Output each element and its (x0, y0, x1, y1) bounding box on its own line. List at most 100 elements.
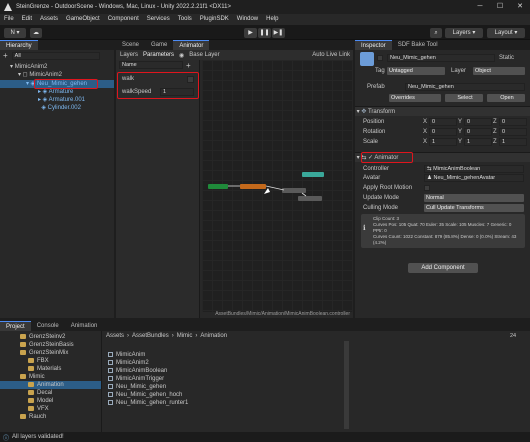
axis-z-label: Z (493, 119, 497, 125)
tab-game[interactable]: Game (145, 40, 173, 50)
layout-dropdown[interactable]: Layout ▾ (487, 28, 525, 38)
tab-animator[interactable]: Animator (173, 40, 210, 50)
transform-x-input[interactable]: 0 (429, 128, 457, 136)
transform-icon: ✥ (361, 109, 367, 115)
transform-x-input[interactable]: 0 (429, 118, 457, 126)
main-toolbar: N ▾ ☁ ▶ ❚❚ ▶❚ ⌕ Layers ▾ Layout ▾ (0, 25, 530, 40)
info-line: Curves Count: 1022 Constant: 879 (85.8%)… (373, 234, 517, 245)
tab-project[interactable]: Project (0, 321, 31, 331)
folder-item[interactable]: Mimic (0, 373, 101, 381)
hierarchy-search-input[interactable]: All (11, 51, 100, 60)
pause-button[interactable]: ❚❚ (258, 28, 271, 38)
add-component-button[interactable]: Add Component (408, 263, 478, 273)
transform-y-input[interactable]: 1 (464, 138, 492, 146)
menu-gameobject[interactable]: GameObject (66, 14, 100, 25)
folder-item[interactable]: GrenzSteinv2 (0, 333, 101, 341)
search-icon[interactable]: ⌕ (430, 28, 442, 38)
hierarchy-item-cylinder[interactable]: ◈ Cylinder.002 (38, 104, 81, 112)
file-item[interactable]: MimicAnimBoolean (108, 367, 167, 375)
menu-tools[interactable]: Tools (178, 14, 192, 25)
menu-pluginsdk[interactable]: PluginSDK (200, 14, 229, 25)
animator-info-box: ℹ Clip Count: 3 Curves Pos: 105 Quat: 70… (361, 214, 525, 248)
file-item[interactable]: Neu_Mimic_gehen_runter1 (108, 399, 188, 407)
prefab-asset-field[interactable]: Neu_Mimic_gehen (405, 83, 525, 91)
file-item[interactable]: Neu_Mimic_gehen (108, 383, 166, 391)
transform-x-input[interactable]: 1 (429, 138, 457, 146)
static-toggle[interactable]: Static (499, 54, 514, 62)
menu-assets[interactable]: Assets (40, 14, 58, 25)
transform-y-input[interactable]: 0 (464, 128, 492, 136)
add-button[interactable]: + (3, 51, 8, 60)
transform-z-input[interactable]: 0 (499, 118, 527, 126)
menu-edit[interactable]: Edit (22, 14, 32, 25)
tab-scene[interactable]: Scene (116, 40, 145, 50)
file-list-scrollbar[interactable] (344, 341, 349, 429)
cloud-icon[interactable]: ☁ (30, 28, 42, 38)
file-item[interactable]: MimicAnim (108, 351, 145, 359)
tab-inspector[interactable]: Inspector (355, 40, 392, 50)
tab-animation[interactable]: Animation (65, 321, 104, 331)
transform-z-input[interactable]: 1 (499, 138, 527, 146)
folder-item[interactable]: Model (0, 397, 101, 405)
hierarchy-item-armature001[interactable]: ▸ ◈ Armature.001 (38, 96, 85, 104)
menu-file[interactable]: File (4, 14, 14, 25)
step-button[interactable]: ▶❚ (272, 28, 285, 38)
auto-live-link-button[interactable]: Auto Live Link (312, 52, 350, 58)
play-button[interactable]: ▶ (244, 28, 257, 38)
breadcrumb-assets[interactable]: Assets (106, 333, 124, 339)
breadcrumb-assetbundles[interactable]: AssetBundles (132, 333, 169, 339)
update-mode-dropdown[interactable]: Normal (424, 194, 524, 202)
hierarchy-item-scene[interactable]: ▾ MimicAnim2 (10, 63, 114, 71)
folder-item[interactable]: FBX (0, 357, 101, 365)
base-layer-breadcrumb[interactable]: Base Layer (189, 52, 219, 58)
folder-item[interactable]: Rauch (0, 413, 101, 421)
transform-y-input[interactable]: 0 (464, 118, 492, 126)
menu-window[interactable]: Window (237, 14, 258, 25)
tag-dropdown[interactable]: Untagged (387, 67, 445, 75)
eye-icon[interactable]: ◉ (179, 52, 184, 59)
add-parameter-button[interactable]: + (186, 61, 191, 70)
hierarchy-item-armature[interactable]: ▸ ◈ Armature (38, 88, 73, 96)
folder-item[interactable]: VFX (0, 405, 101, 413)
active-checkbox[interactable] (377, 55, 383, 61)
folder-item[interactable]: GrenzSteinBasis (0, 341, 101, 349)
controller-field[interactable]: ⇆ MimicAnimBoolean (424, 165, 524, 173)
layer-dropdown[interactable]: Object (473, 67, 525, 75)
folder-item[interactable]: Animation (0, 381, 101, 389)
tab-console[interactable]: Console (31, 321, 65, 331)
file-item[interactable]: MimicAnimTrigger (108, 375, 164, 383)
culling-mode-dropdown[interactable]: Cull Update Transforms (424, 204, 524, 212)
folder-item[interactable]: Decal (0, 389, 101, 397)
transition-arrows (228, 185, 307, 197)
breadcrumb-animation[interactable]: Animation (200, 333, 227, 339)
overrides-dropdown[interactable]: Overrides (389, 94, 441, 102)
hierarchy-item-root[interactable]: ▾ ◻ MimicAnim2 (18, 71, 62, 79)
prefab-open-button[interactable]: Open (487, 94, 525, 102)
params-search-input[interactable]: Name (119, 61, 183, 69)
transform-header[interactable]: ▾ ✥ Transform (355, 106, 530, 116)
prefab-select-button[interactable]: Select (445, 94, 483, 102)
avatar-field[interactable]: ♟ Neu_Mimic_gehenAvatar (424, 174, 524, 182)
file-item[interactable]: MimicAnim2 (108, 359, 149, 367)
tab-sdf-bake[interactable]: SDF Bake Tool (392, 40, 444, 50)
folder-item[interactable]: GrenzSteinMix (0, 349, 101, 357)
menu-component[interactable]: Component (108, 14, 139, 25)
root-motion-checkbox[interactable] (424, 185, 430, 191)
maximize-button[interactable]: ☐ (490, 0, 510, 14)
close-window-button[interactable]: ✕ (510, 0, 530, 14)
tab-hierarchy[interactable]: Hierarchy (0, 40, 38, 50)
transform-z-input[interactable]: 0 (499, 128, 527, 136)
file-item[interactable]: Neu_Mimic_gehen_hoch (108, 391, 182, 399)
tab-parameters[interactable]: Parameters (143, 52, 174, 58)
breadcrumb-mimic[interactable]: Mimic (177, 333, 193, 339)
avatar-value: Neu_Mimic_gehenAvatar (433, 175, 496, 181)
object-name-input[interactable]: Neu_Mimic_gehen (387, 54, 495, 62)
folder-item[interactable]: Materials (0, 365, 101, 373)
account-button[interactable]: N ▾ (4, 28, 26, 38)
layers-dropdown[interactable]: Layers ▾ (445, 28, 483, 38)
menu-help[interactable]: Help (266, 14, 278, 25)
minimize-button[interactable]: ─ (470, 0, 490, 14)
tab-layers[interactable]: Layers (120, 52, 138, 58)
menu-services[interactable]: Services (147, 14, 170, 25)
animator-graph[interactable]: AssetBundles/Mimic/Animation/MimicAnimBo… (202, 60, 353, 317)
